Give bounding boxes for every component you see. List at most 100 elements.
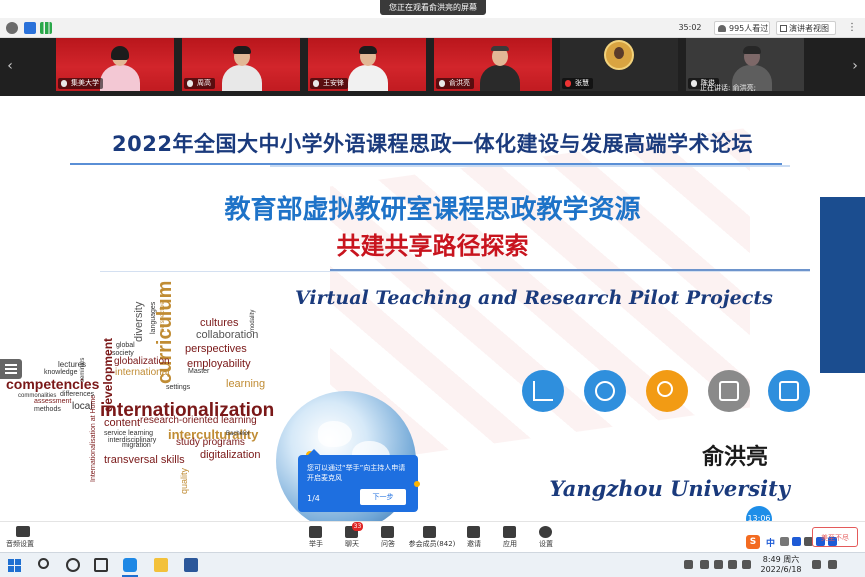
accent-bar [820, 197, 865, 373]
task-view-icon[interactable] [94, 558, 108, 572]
meeting-window: 您正在观看俞洪亮的屏幕 35:02 995人看过 演讲者视图 ⋮ ‹ › 集美大… [0, 0, 865, 577]
participant-tag: 集美大学 [58, 78, 103, 89]
clock-date: 2022/6/18 [760, 565, 802, 574]
cloud-word: differences [60, 391, 95, 398]
slide-subtitle-2: 共建共享路径探索 [336, 232, 529, 260]
cloud-word: society [112, 350, 134, 357]
settings-icon [539, 526, 552, 538]
cloud-word: methods [34, 406, 61, 413]
members-icon [423, 526, 436, 538]
slide-title: 2022年全国大中小学外语课程思政一体化建设与发展高端学术论坛 [112, 132, 753, 156]
cloud-word: interdisciplinary [108, 437, 157, 444]
video-tile-4[interactable]: 俞洪亮 [434, 38, 552, 91]
divider [70, 163, 782, 165]
cloud-word: Master [188, 368, 210, 375]
video-tile-3[interactable]: 王安锋 [308, 38, 426, 91]
signal-icon[interactable] [40, 22, 52, 34]
mic-icon [61, 80, 67, 87]
participant-tag: 张慧 [562, 78, 593, 89]
participant-tag: 王安锋 [310, 78, 348, 89]
cloud-word: Bachelor [226, 431, 250, 437]
speaker-icon [16, 526, 30, 537]
info-icon[interactable] [6, 22, 18, 34]
network-icon[interactable] [728, 560, 737, 569]
side-menu-button[interactable] [0, 359, 22, 379]
windows-taskbar: 8:49 周六 2022/6/18 [0, 552, 865, 577]
volume-icon[interactable] [742, 560, 751, 569]
cloud-word: assessment [34, 398, 72, 405]
pie-chart-icon [584, 370, 626, 412]
apps-icon [503, 526, 516, 538]
onboarding-tooltip: 您可以通过“举手”向主持人申请开启麦克风 1/4 下一步 [298, 449, 418, 512]
qa-button[interactable]: 问答 [366, 525, 410, 551]
grid-icon [780, 25, 787, 32]
cloud-word: knowledge [44, 369, 78, 376]
tooltip-next-button[interactable]: 下一步 [360, 489, 406, 505]
raise-hand-icon [309, 526, 322, 538]
system-clock[interactable]: 8:49 周六 2022/6/18 [758, 555, 804, 577]
participant-tag: 周高 [184, 78, 215, 89]
avatar [604, 40, 634, 70]
cloud-word: perspectives [185, 343, 247, 355]
video-tile-5[interactable]: 张慧 [560, 38, 678, 91]
cloud-word: global [116, 342, 135, 349]
tray-app-icon[interactable] [684, 560, 693, 569]
cloud-word: cultures [200, 317, 239, 329]
ime-tray-icon[interactable] [812, 560, 821, 569]
strip-prev-arrow-icon[interactable]: ‹ [4, 56, 16, 76]
punct-icon [780, 537, 789, 546]
cloud-word: service learning [104, 430, 154, 437]
shield-icon[interactable] [24, 22, 36, 34]
notification-icon[interactable] [828, 560, 837, 569]
tray-app-icon[interactable] [700, 560, 709, 569]
video-tile-2[interactable]: 周高 [182, 38, 300, 91]
audio-settings-button[interactable]: 音频设置 [6, 526, 50, 550]
cloud-word: transversal skills [104, 454, 185, 466]
qa-icon [381, 526, 394, 538]
cloud-word: study programs [176, 437, 245, 448]
cortana-icon[interactable] [66, 558, 80, 572]
cloud-word: digitalization [200, 449, 261, 461]
participant-tag: 俞洪亮 [436, 78, 474, 89]
viewers-icon [718, 25, 726, 32]
mic-icon [439, 80, 445, 87]
english-title: Virtual Teaching and Research Pilot Proj… [295, 287, 773, 309]
cloud-word: languages [150, 301, 157, 334]
video-tile-1[interactable]: 集美大学 [56, 38, 174, 91]
corner-box[interactable]: 美至不尽 [812, 527, 858, 547]
menu-dots-icon[interactable]: ⋮ [844, 21, 860, 35]
viewers-count-button[interactable]: 995人看过 [714, 21, 770, 35]
cloud-word: seminars [80, 357, 86, 382]
cloud-word: content [104, 417, 141, 429]
speaker-affiliation: Yangzhou University [549, 476, 790, 501]
members-button[interactable]: 参会成员(842) [408, 525, 456, 551]
cloud-word: perspective [160, 301, 166, 332]
word-icon[interactable] [184, 558, 198, 572]
divider [330, 269, 810, 271]
view-mode-label: 演讲者视图 [789, 24, 829, 33]
video-strip: ‹ › 集美大学 周高 王安锋 俞洪亮 张慧 陈俊 正在讲话: 俞洪亮; [0, 38, 865, 96]
view-mode-button[interactable]: 演讲者视图 [776, 21, 836, 35]
settings-button[interactable]: 设置 [524, 525, 568, 551]
tray-app-icon[interactable] [714, 560, 723, 569]
cloud-word: globalization [114, 356, 170, 367]
sogou-icon: S [746, 535, 760, 549]
magnify-icon [646, 370, 688, 412]
viewers-count: 995人看过 [729, 24, 769, 33]
cloud-word: Internationalisation at Home [90, 394, 97, 482]
cloud-word: modality [250, 309, 256, 332]
tooltip-text: 您可以通过“举手”向主持人申请开启麦克风 [307, 464, 406, 482]
cloud-word: international [115, 367, 170, 378]
top-toolbar: 35:02 995人看过 演讲者视图 ⋮ [0, 18, 865, 38]
search-icon[interactable] [38, 558, 49, 569]
speaker-name-cn: 俞洪亮 [701, 445, 768, 470]
file-explorer-icon[interactable] [154, 558, 168, 572]
strip-next-arrow-icon[interactable]: › [849, 56, 861, 76]
bar-chart-icon [522, 370, 564, 412]
clipboard-icon [768, 370, 810, 412]
mic-icon [313, 80, 319, 87]
tile-logo [220, 40, 262, 45]
meeting-app-icon[interactable] [123, 558, 137, 572]
windows-start-icon[interactable] [8, 559, 21, 572]
meeting-timer: 35:02 [678, 23, 702, 32]
